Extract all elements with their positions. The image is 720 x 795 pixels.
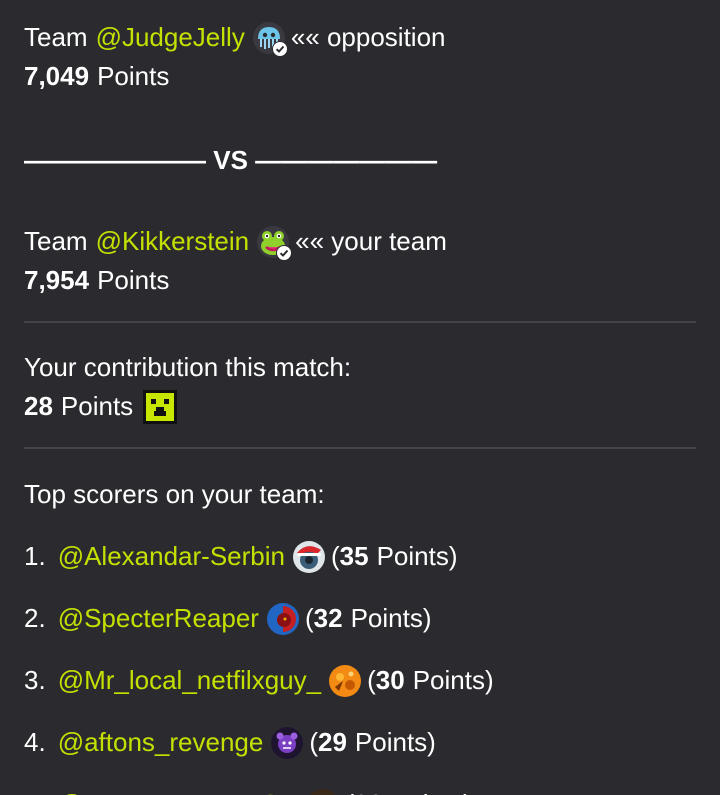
your-team-line: Team @Kikkerstein «« your team	[24, 222, 696, 261]
list-item: 2. @SpecterReaper (32 Points)	[24, 599, 696, 638]
opposition-points-line: 7,049 Points	[24, 57, 696, 96]
contribution-points-label: Points	[60, 391, 134, 421]
frog-avatar-icon[interactable]	[257, 225, 293, 261]
contribution-points-line: 28 Points	[24, 387, 696, 426]
your-team-block: Team @Kikkerstein «« your team 7,954 Poi…	[24, 222, 696, 300]
opposition-team-block: Team @JudgeJelly «« opposition 7,049 Poi…	[24, 18, 696, 96]
contribution-block: Your contribution this match: 28 Points	[24, 348, 696, 426]
scorer-handle-link[interactable]: @aftons_revenge	[58, 723, 264, 762]
list-item: 3. @Mr_local_netfilxguy_ (30 Points)	[24, 661, 696, 700]
red-blue-avatar-icon[interactable]	[266, 602, 299, 635]
your-team-points-label: Points	[97, 265, 170, 295]
orange-splash-avatar-icon[interactable]	[329, 664, 362, 697]
scorer-points-value: 30	[375, 665, 405, 695]
team-prefix: Team	[24, 22, 88, 52]
scorer-open-paren: (	[309, 727, 318, 757]
scorer-points-value: 35	[339, 541, 369, 571]
team-prefix: Team	[24, 226, 88, 256]
list-item: 5. @THE_INK-DEMON (29 Points)	[24, 785, 696, 795]
top-scorers-block: Top scorers on your team: 1. @Alexandar-…	[24, 475, 696, 795]
scorer-handle-link[interactable]: @THE_INK-DEMON	[58, 785, 300, 795]
your-team-tag: «« your team	[295, 226, 447, 256]
contribution-points-value: 28	[24, 391, 53, 421]
scorer-points-label: Points)	[376, 541, 458, 571]
rank-number: 1.	[24, 541, 46, 571]
scorer-handle-link[interactable]: @Alexandar-Serbin	[58, 537, 285, 576]
opposition-tag: «« opposition	[290, 22, 446, 52]
your-team-handle-link[interactable]: @Kikkerstein	[96, 222, 250, 261]
top-scorers-heading: Top scorers on your team:	[24, 479, 325, 509]
scorer-points-label: Points)	[354, 727, 436, 757]
scorer-open-paren: (	[367, 665, 376, 695]
scorer-open-paren: (	[304, 603, 314, 633]
opposition-team-line: Team @JudgeJelly «« opposition	[24, 18, 696, 57]
purple-creature-avatar-icon[interactable]	[271, 726, 304, 759]
list-item: 4. @aftons_revenge (29 Points)	[24, 723, 696, 762]
jellyfish-avatar-icon[interactable]	[252, 21, 288, 57]
match-summary: Team @JudgeJelly «« opposition 7,049 Poi…	[24, 18, 696, 795]
your-team-points-value: 7,954	[24, 265, 90, 295]
rank-number: 2.	[24, 603, 46, 633]
scorer-handle-link[interactable]: @SpecterReaper	[58, 599, 259, 638]
ink-demon-avatar-icon[interactable]	[307, 788, 339, 795]
opposition-points-label: Points	[97, 61, 170, 91]
verified-badge-icon	[276, 244, 293, 261]
scorer-points-value: 32	[313, 603, 343, 633]
scorer-points-value: 29	[354, 785, 383, 795]
scorer-points-label: Points)	[391, 785, 472, 795]
scorer-points-label: Points)	[350, 603, 432, 633]
contribution-heading: Your contribution this match:	[24, 352, 352, 382]
scorer-open-paren: (	[330, 541, 340, 571]
scorer-points-value: 29	[318, 727, 347, 757]
pixel-face-icon	[143, 389, 178, 424]
scorer-open-paren: (	[345, 785, 354, 795]
rank-number: 4.	[24, 727, 46, 757]
your-team-points-line: 7,954 Points	[24, 261, 696, 300]
opposition-handle-link[interactable]: @JudgeJelly	[96, 18, 245, 57]
list-item: 1. @Alexandar-Serbin (35 Points)	[24, 537, 696, 576]
opposition-points-value: 7,049	[24, 61, 90, 91]
verified-badge-icon	[271, 40, 288, 57]
rank-number: 5.	[24, 785, 46, 795]
santa-hat-avatar-icon[interactable]	[292, 540, 325, 573]
scorer-points-label: Points)	[412, 665, 494, 695]
scorer-handle-link[interactable]: @Mr_local_netfilxguy_	[58, 661, 321, 700]
versus-separator: ——————— VS ———————	[24, 145, 438, 175]
rank-number: 3.	[24, 665, 46, 695]
